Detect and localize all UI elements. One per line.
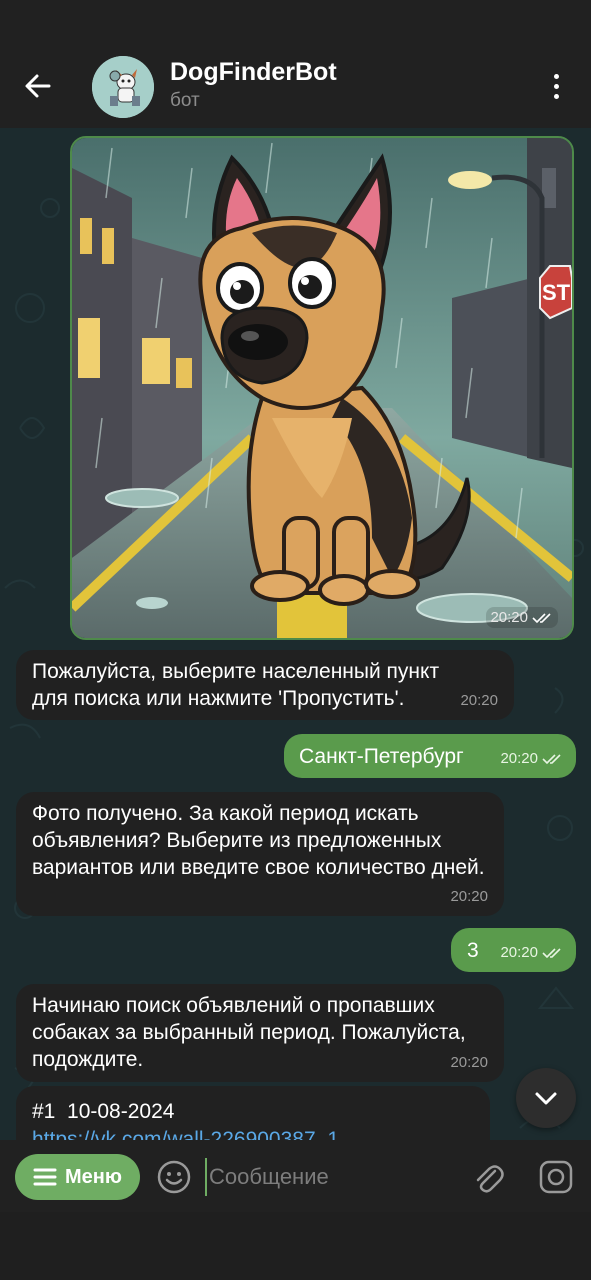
dog-image-message[interactable]: ST 20:20 [70, 136, 574, 640]
message-time: 20:20 [500, 745, 564, 772]
message-time: 20:20 [500, 939, 564, 966]
system-navigation-area [0, 1212, 591, 1280]
more-vert-icon [553, 73, 559, 79]
message-text: Фото получено. За какой период искать об… [32, 802, 485, 879]
message-time-text: 20:20 [500, 750, 538, 767]
chat-title[interactable]: DogFinderBot [170, 58, 337, 87]
emoji-button[interactable] [154, 1157, 194, 1197]
paperclip-icon [476, 1165, 504, 1193]
message-text: Санкт-Петербург [299, 745, 464, 768]
result-link[interactable]: https://vk.com/wall-226900387_1 [32, 1126, 339, 1140]
scroll-to-bottom-button[interactable] [516, 1068, 576, 1128]
message-input[interactable] [205, 1158, 455, 1196]
double-check-icon [532, 612, 551, 623]
outgoing-message[interactable]: 3 20:20 [451, 928, 576, 972]
chevron-down-icon [535, 1092, 557, 1105]
chat-header: DogFinderBot бот [0, 0, 591, 128]
stop-sign-text: ST [542, 280, 571, 305]
incoming-message[interactable]: Пожалуйста, выберите населенный пункт дл… [16, 650, 514, 720]
message-text: Начинаю поиск объявлений о пропавших соб… [32, 994, 466, 1071]
result-title: #1 10-08-2024 [32, 1100, 175, 1123]
message-list[interactable]: ST 20:20 Пожалуйста, выберите населенный… [0, 128, 591, 1140]
incoming-message[interactable]: #1 10-08-2024 https://vk.com/wall-226900… [16, 1086, 490, 1140]
back-button[interactable] [14, 62, 62, 110]
smile-icon [157, 1160, 191, 1194]
message-text: 3 [467, 939, 479, 962]
photo-time: 20:20 [486, 607, 558, 628]
double-check-icon [542, 947, 561, 958]
more-options-button[interactable] [536, 64, 576, 108]
bot-avatar[interactable] [92, 56, 154, 118]
incoming-message[interactable]: Начинаю поиск объявлений о пропавших соб… [16, 984, 504, 1082]
message-time: 20:20 [460, 692, 498, 709]
incoming-message[interactable]: Фото получено. За какой период искать об… [16, 792, 504, 916]
message-time: 20:20 [450, 1054, 488, 1071]
dog-illustration: ST [72, 138, 572, 638]
camera-button[interactable] [536, 1157, 576, 1197]
attach-button[interactable] [468, 1157, 508, 1197]
bot-menu-button[interactable]: Меню [15, 1154, 140, 1200]
message-composer: Меню [0, 1140, 591, 1212]
hamburger-icon [33, 1168, 57, 1186]
photo-time-text: 20:20 [490, 609, 528, 626]
arrow-left-icon [25, 74, 51, 98]
message-text: Пожалуйста, выберите населенный пункт дл… [32, 660, 440, 710]
outgoing-message[interactable]: Санкт-Петербург 20:20 [284, 734, 576, 778]
message-time: 20:20 [450, 888, 488, 905]
double-check-icon [542, 753, 561, 764]
message-time-text: 20:20 [500, 944, 538, 961]
chat-subtitle: бот [170, 90, 200, 111]
camera-icon [539, 1160, 573, 1194]
menu-button-label: Меню [65, 1165, 122, 1188]
